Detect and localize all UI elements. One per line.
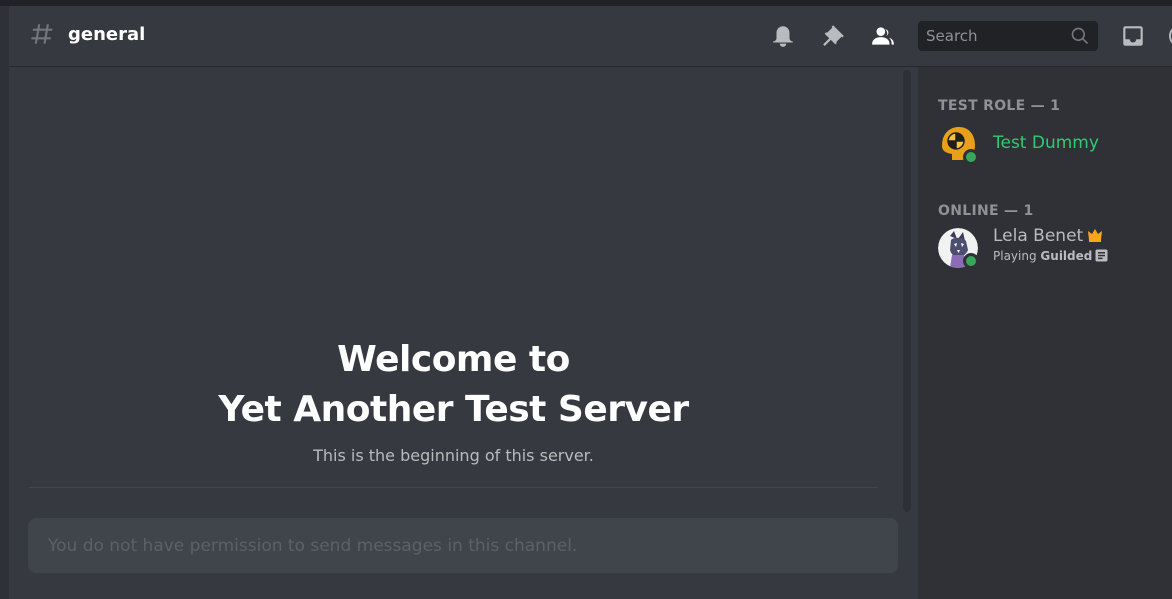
pin-icon[interactable] [820, 23, 846, 49]
chat-scrollbar[interactable] [903, 70, 911, 512]
no-permission-text: You do not have permission to send messa… [48, 536, 578, 556]
chat-area: Welcome to Yet Another Test Server This … [9, 67, 918, 599]
member-name: Lela Benet [993, 225, 1103, 247]
search-icon[interactable] [1070, 26, 1090, 46]
member-name: Test Dummy [993, 133, 1099, 153]
bell-icon[interactable] [770, 23, 796, 49]
channel-header: general [9, 6, 1172, 67]
search-box[interactable] [918, 21, 1098, 51]
divider [29, 487, 878, 488]
member-list: TEST ROLE — 1 Test Dummy ONLINE — 1 Lela… [918, 67, 1172, 599]
member-group-header: ONLINE — 1 [938, 203, 1034, 219]
activity-prefix: Playing [993, 249, 1037, 263]
search-input[interactable] [918, 21, 1068, 51]
online-status-dot [963, 149, 979, 165]
discord-window: general Welcome to Yet Another Test Se [0, 0, 1172, 599]
online-status-dot [963, 253, 979, 269]
channel-name: general [68, 24, 146, 45]
rich-presence-icon [1095, 249, 1108, 262]
member-name-text: Lela Benet [993, 226, 1084, 246]
member-item-test-dummy[interactable]: Test Dummy [928, 120, 1168, 168]
welcome-subtitle: This is the beginning of this server. [313, 446, 594, 465]
members-icon[interactable] [870, 23, 896, 49]
welcome-title-line1: Welcome to [337, 339, 570, 380]
message-composer: You do not have permission to send messa… [28, 518, 898, 573]
member-group-header: TEST ROLE — 1 [938, 98, 1061, 114]
inbox-icon[interactable] [1120, 23, 1146, 49]
channel-sidebar-edge [0, 6, 9, 599]
member-item-lela-benet[interactable]: Lela Benet Playing Guilded [928, 224, 1168, 272]
member-activity: Playing Guilded [993, 248, 1108, 264]
welcome-title: Welcome to Yet Another Test Server [9, 335, 898, 435]
activity-game: Guilded [1040, 249, 1093, 263]
welcome-title-line2: Yet Another Test Server [218, 389, 689, 430]
hash-icon [31, 24, 53, 44]
crown-icon [1088, 229, 1103, 242]
